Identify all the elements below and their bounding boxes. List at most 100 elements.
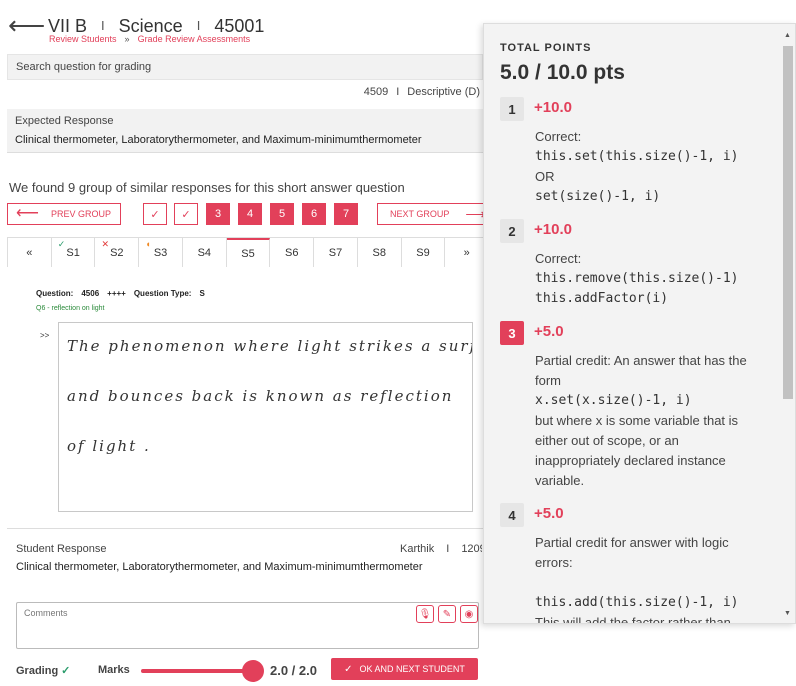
question-number: 4506 xyxy=(81,289,100,298)
student-tab[interactable]: S4 xyxy=(182,238,227,268)
student-id: 1209 xyxy=(461,543,482,555)
scroll-up-icon[interactable]: ▲ xyxy=(784,32,791,39)
scrollbar-thumb[interactable] xyxy=(783,46,793,399)
group-button[interactable]: ✓ xyxy=(174,203,198,225)
student-tab-label: S1 xyxy=(66,247,80,259)
pen-icon[interactable]: ✎ xyxy=(438,605,456,623)
question-type-value: S xyxy=(199,289,205,298)
student-tab[interactable]: ✓ S1 xyxy=(51,238,96,268)
breadcrumb: Review Students » Grade Review Assessments xyxy=(49,34,250,44)
group-button[interactable]: 7 xyxy=(334,203,358,225)
assessment-id: 45001 xyxy=(214,16,265,36)
student-tabs: «✓ S1 ✕ S2 ◖ S3 S4 S5 S6 S7 S8 S9» xyxy=(7,237,490,268)
subject-name: Science xyxy=(118,16,183,36)
student-tab-label: S4 xyxy=(197,247,212,259)
student-tab[interactable]: S6 xyxy=(270,238,315,268)
student-tab[interactable]: S5 xyxy=(226,238,271,268)
rubric-text-line: Partial credit for answer with logic xyxy=(535,535,729,550)
prev-group-button[interactable]: ⟵ PREV GROUP xyxy=(7,203,121,225)
student-tab-label: « xyxy=(26,247,33,259)
expected-response-label: Expected Response xyxy=(15,115,114,127)
question-stars: ++++ xyxy=(107,289,126,298)
student-tab-label: S6 xyxy=(285,247,299,259)
rubric-item-points: +10.0 xyxy=(534,221,572,238)
meta-separator: I xyxy=(396,86,400,98)
grading-main: ⟵ VII B I Science I 45001 Review Students » Gr… xyxy=(0,0,490,686)
question-type-label: Question Type: xyxy=(133,289,192,298)
rubric-item-number[interactable]: 2 xyxy=(500,219,524,243)
student-tab[interactable]: ✕ S2 xyxy=(95,238,140,268)
class-name: VII B xyxy=(48,16,88,36)
scroll-down-icon[interactable]: ▼ xyxy=(784,610,791,617)
rubric-code-line: this.remove(this.size()-1) xyxy=(535,271,739,286)
rubric-scrollbar[interactable]: ▲ ▼ xyxy=(783,32,793,617)
rubric-text-line: form xyxy=(535,373,561,388)
group-button[interactable]: 4 xyxy=(238,203,262,225)
group-button[interactable]: 3 xyxy=(206,203,230,225)
student-tab[interactable]: S8 xyxy=(357,238,402,268)
student-name: Karthik xyxy=(400,543,435,555)
student-tab[interactable]: ◖ S3 xyxy=(139,238,183,268)
rubric-item-points: +5.0 xyxy=(534,323,564,340)
camera-icon[interactable]: ◉ xyxy=(460,605,478,623)
rubric-item-description: Partial credit for answer with logic erro… xyxy=(535,533,775,624)
rubric-panel: TOTAL POINTS 5.0 / 10.0 pts 1 +10.0 Correc… xyxy=(483,23,796,624)
marks-slider-thumb[interactable] xyxy=(242,660,264,682)
rubric-text-line: variable. xyxy=(535,473,585,488)
student-tab[interactable]: S7 xyxy=(314,238,358,268)
grading-status: Grading ✓ xyxy=(16,664,70,677)
cross-icon: ✕ xyxy=(101,239,110,249)
breadcrumb-grade-review[interactable]: Grade Review Assessments xyxy=(138,34,251,44)
group-button[interactable]: ✓ xyxy=(143,203,167,225)
rubric-item-description: Correct: this.set(this.size()-1, i) OR set(… xyxy=(535,127,775,207)
student-tab-label: S7 xyxy=(328,247,343,259)
grading-page: ⟵ VII B I Science I 45001 Review Students » Gr… xyxy=(0,0,796,686)
mic-icon[interactable]: 🎙 xyxy=(416,605,434,623)
handwriting-line: The phenomenon where light strikes a sur… xyxy=(67,337,473,355)
question-search-input[interactable]: Search question for grading xyxy=(7,54,483,80)
rubric-text-line: Partial credit: An answer that has the xyxy=(535,353,747,368)
handwriting-line: and bounces back is known as reflection xyxy=(67,387,454,405)
rubric-text-line: This will add the factor rather than xyxy=(535,615,731,624)
arrow-left-icon: ⟵ xyxy=(16,205,39,222)
rubric-code-line: this.set(this.size()-1, i) xyxy=(535,149,739,164)
ok-and-next-student-button[interactable]: ✓ OK AND NEXT STUDENT xyxy=(331,658,478,680)
check-icon: ✓ xyxy=(344,663,353,675)
rubric-item-points: +10.0 xyxy=(534,99,572,116)
expected-response-value: Clinical thermometer, Laboratorythermome… xyxy=(15,134,422,146)
marks-label: Marks xyxy=(98,664,130,676)
rubric-text-line: either out of scope, or an xyxy=(535,433,679,448)
next-group-button[interactable]: NEXT GROUP ⟶ xyxy=(377,203,487,225)
rubric-item-number[interactable]: 3 xyxy=(500,321,524,345)
total-points-label: TOTAL POINTS xyxy=(500,42,592,54)
rubric-text-line: Correct: xyxy=(535,251,582,266)
expected-response: Expected Response Clinical thermometer, … xyxy=(7,109,483,153)
partial-icon: ◖ xyxy=(145,239,151,249)
comments-field[interactable]: Comments 🎙 ✎ ◉ xyxy=(16,602,479,649)
student-tab-label: S5 xyxy=(241,248,255,260)
grading-label: Grading xyxy=(16,665,59,677)
rubric-text-line: but where x is some variable that is xyxy=(535,413,739,428)
student-tab-label: S9 xyxy=(416,247,430,259)
title-separator: I xyxy=(196,18,201,33)
group-button[interactable]: 5 xyxy=(270,203,294,225)
rubric-item-description: Correct: this.remove(this.size()-1) this.a… xyxy=(535,249,775,309)
breadcrumb-separator: » xyxy=(124,34,130,44)
marks-slider-track[interactable] xyxy=(141,669,258,673)
breadcrumb-review-students[interactable]: Review Students xyxy=(49,34,117,44)
student-info: Karthik I 1209 xyxy=(400,543,482,555)
ok-and-next-label: OK AND NEXT STUDENT xyxy=(359,664,465,674)
tabs-prev-button[interactable]: « xyxy=(8,238,52,268)
handwriting-line: of light . xyxy=(67,437,151,455)
question-meta: 4509 I Descriptive (D) xyxy=(364,86,480,98)
rubric-item-number[interactable]: 1 xyxy=(500,97,524,121)
rubric-code-line: x.set(x.size()-1, i) xyxy=(535,393,692,408)
group-button[interactable]: 6 xyxy=(302,203,326,225)
question-label: Question: xyxy=(36,289,74,298)
rubric-item-number[interactable]: 4 xyxy=(500,503,524,527)
marks-value: 2.0 / 2.0 xyxy=(270,663,317,678)
student-tab[interactable]: S9 xyxy=(401,238,446,268)
rubric-item-points: +5.0 xyxy=(534,505,564,522)
student-tab-label: S3 xyxy=(153,247,168,259)
back-arrow-icon[interactable]: ⟵ xyxy=(8,12,45,38)
